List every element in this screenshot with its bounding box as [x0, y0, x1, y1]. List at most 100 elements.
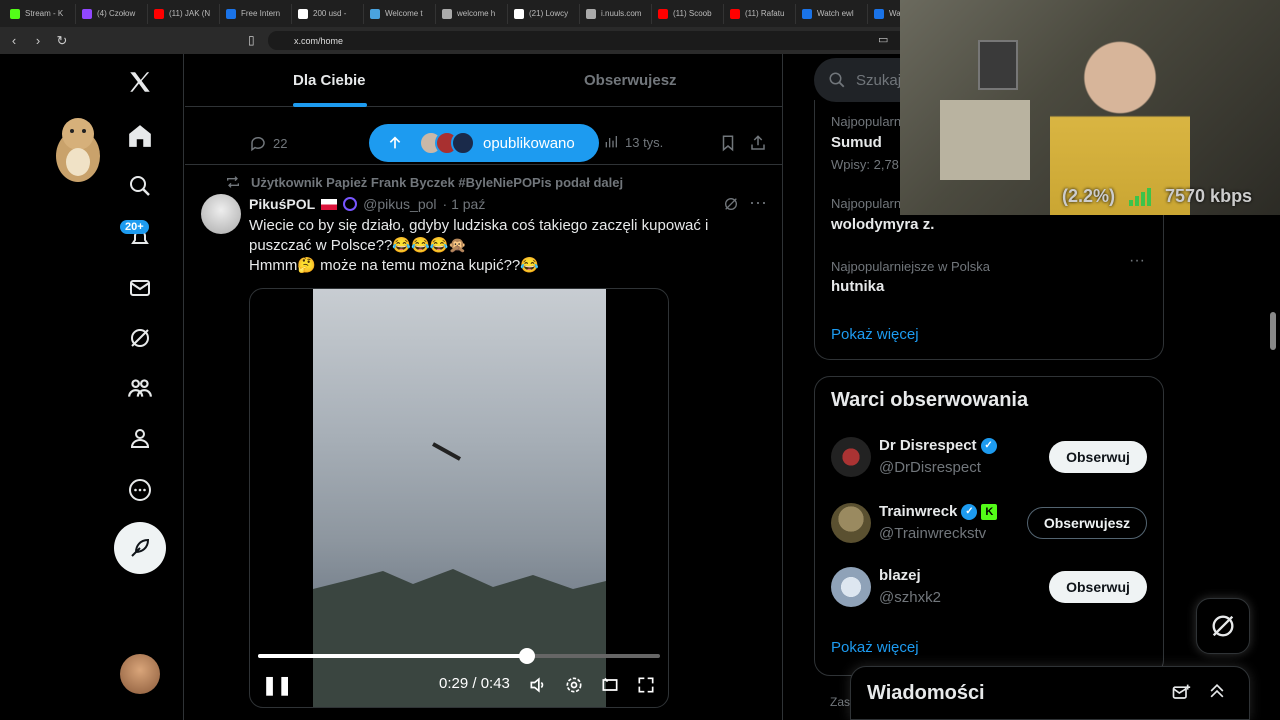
trend-name[interactable]: wolodymyra z.: [831, 216, 934, 233]
communities-icon[interactable]: [124, 372, 156, 404]
grok-explain-icon[interactable]: [723, 196, 739, 217]
post-more-icon[interactable]: ···: [749, 192, 767, 213]
tab-favicon-icon: [370, 8, 380, 19]
tab-following[interactable]: Obserwujesz: [584, 72, 677, 89]
trend-name[interactable]: Sumud: [831, 134, 882, 151]
url-field[interactable]: x.com/home: [268, 31, 908, 50]
browser-tab[interactable]: Welcome t: [364, 3, 436, 24]
home-icon[interactable]: [124, 120, 156, 152]
suggestion-name: Dr Disrespect ✓: [879, 437, 997, 454]
tab-favicon-icon: [514, 8, 524, 19]
grok-float-button[interactable]: [1196, 598, 1250, 654]
suggestion-handle: @szhxk2: [879, 589, 941, 606]
bookmark-icon[interactable]: ▯: [248, 33, 255, 47]
profile-icon[interactable]: [124, 422, 156, 454]
tab-favicon-icon: [226, 8, 236, 19]
wall-picture: [978, 40, 1018, 90]
browser-tab-label: Welcome t: [385, 9, 423, 18]
post-author-name[interactable]: PikuśPOL: [249, 196, 315, 212]
who-to-follow-show-more[interactable]: Pokaż więcej: [831, 639, 919, 656]
repost-label[interactable]: Użytkownik Papież Frank Byczek #ByleNieP…: [251, 175, 623, 190]
browser-tab-label: (11) Rafatu: [745, 9, 785, 18]
bookmark-post-button[interactable]: [719, 134, 737, 152]
video-progress-bar[interactable]: [258, 654, 660, 658]
reload-icon[interactable]: ↻: [52, 33, 72, 49]
browser-tab[interactable]: (21) Lowcy: [508, 3, 580, 24]
tab-for-you[interactable]: Dla Ciebie: [293, 72, 366, 89]
search-icon[interactable]: [124, 170, 156, 202]
browser-tab[interactable]: Watch ewl: [796, 3, 868, 24]
more-icon[interactable]: [124, 474, 156, 506]
follow-button[interactable]: Obserwuj: [1049, 441, 1147, 473]
video-player[interactable]: ❚❚ 0:29 / 0:43: [249, 288, 669, 708]
follow-suggestion[interactable]: Trainwreck ✓ K @Trainwreckstv Obserwujesz: [831, 503, 1149, 547]
tab-favicon-icon: [10, 8, 20, 19]
post-text-line: puszczać w Polsce??😂😂😂🙊: [249, 237, 468, 254]
forward-icon[interactable]: ›: [28, 33, 48, 48]
post-author-handle[interactable]: @pikus_pol: [363, 196, 436, 212]
browser-tab[interactable]: (4) Czołow: [76, 3, 148, 24]
trends-show-more[interactable]: Pokaż więcej: [831, 326, 919, 343]
back-icon[interactable]: ‹: [4, 33, 24, 48]
notifications-badge: 20+: [120, 220, 149, 234]
browser-tab[interactable]: welcome h: [436, 3, 508, 24]
page-scrollbar[interactable]: [1270, 312, 1276, 350]
hamster-sticker: [56, 118, 100, 182]
reply-button[interactable]: 22: [249, 134, 287, 152]
browser-tab[interactable]: Stream - K: [4, 3, 76, 24]
cast-icon[interactable]: ▭: [878, 33, 888, 46]
mini-avatar: [451, 131, 475, 155]
browser-tab-label: (11) Scoob: [673, 9, 712, 18]
expand-chevron-icon[interactable]: [1207, 681, 1227, 706]
follow-suggestion[interactable]: blazej @szhxk2 Obserwuj: [831, 567, 1149, 611]
views-button[interactable]: 13 tys.: [603, 134, 663, 150]
kick-icon: K: [981, 503, 998, 520]
who-to-follow-box: Warci obserwowania Dr Disrespect ✓ @DrDis…: [814, 376, 1164, 676]
browser-tab[interactable]: Free Intern: [220, 3, 292, 24]
x-logo-icon[interactable]: [124, 66, 156, 98]
new-message-icon[interactable]: [1171, 683, 1191, 708]
share-button[interactable]: [749, 134, 767, 152]
post-time[interactable]: · 1 paź: [443, 196, 486, 212]
browser-tab[interactable]: (11) JAK (N: [148, 3, 220, 24]
following-button[interactable]: Obserwujesz: [1027, 507, 1147, 539]
account-avatar[interactable]: [120, 654, 160, 694]
new-posts-avatars: [419, 131, 475, 155]
suggestion-name: Trainwreck ✓ K: [879, 503, 998, 520]
volume-icon[interactable]: [528, 675, 548, 699]
messages-drawer[interactable]: Wiadomości: [850, 666, 1250, 720]
pip-icon[interactable]: [600, 675, 620, 699]
browser-tab[interactable]: 200 usd -: [292, 3, 364, 24]
settings-gear-icon[interactable]: [564, 675, 584, 699]
follow-button[interactable]: Obserwuj: [1049, 571, 1147, 603]
browser-tab[interactable]: (11) Rafatu: [724, 3, 796, 24]
browser-tab-label: (21) Lowcy: [529, 9, 569, 18]
reply-count: 22: [273, 135, 288, 151]
trend-name[interactable]: hutnika: [831, 278, 884, 295]
suggestion-handle: @DrDisrespect: [879, 459, 981, 476]
webcam-overlay: [900, 0, 1280, 215]
browser-tab[interactable]: (11) Scoob: [652, 3, 724, 24]
share-icon: [751, 135, 765, 150]
tab-favicon-icon: [82, 8, 92, 19]
browser-tab-label: i.nuuls.com: [601, 9, 642, 18]
video-scene: [313, 442, 606, 707]
new-posts-label: opublikowano: [483, 134, 575, 152]
new-posts-pill[interactable]: opublikowano: [369, 124, 599, 162]
browser-tab[interactable]: i.nuuls.com: [580, 3, 652, 24]
pause-icon[interactable]: ❚❚: [262, 675, 292, 696]
post-divider: [185, 164, 783, 165]
search-placeholder: Szukaj: [856, 71, 902, 89]
url-text: x.com/home: [294, 35, 344, 46]
suggestion-name-text: Dr Disrespect: [879, 437, 977, 454]
search-field-icon: [829, 72, 845, 88]
compose-post-button[interactable]: [114, 522, 166, 574]
fullscreen-icon[interactable]: [636, 675, 656, 699]
trend-more-icon[interactable]: ···: [1129, 252, 1145, 270]
follow-suggestion[interactable]: Dr Disrespect ✓ @DrDisrespect Obserwuj: [831, 437, 1149, 481]
post-author-avatar[interactable]: [201, 194, 241, 234]
mail-icon[interactable]: [124, 272, 156, 304]
views-count: 13 tys.: [625, 134, 664, 150]
footer-links: Zas: [830, 695, 851, 709]
grok-icon[interactable]: [124, 322, 156, 354]
